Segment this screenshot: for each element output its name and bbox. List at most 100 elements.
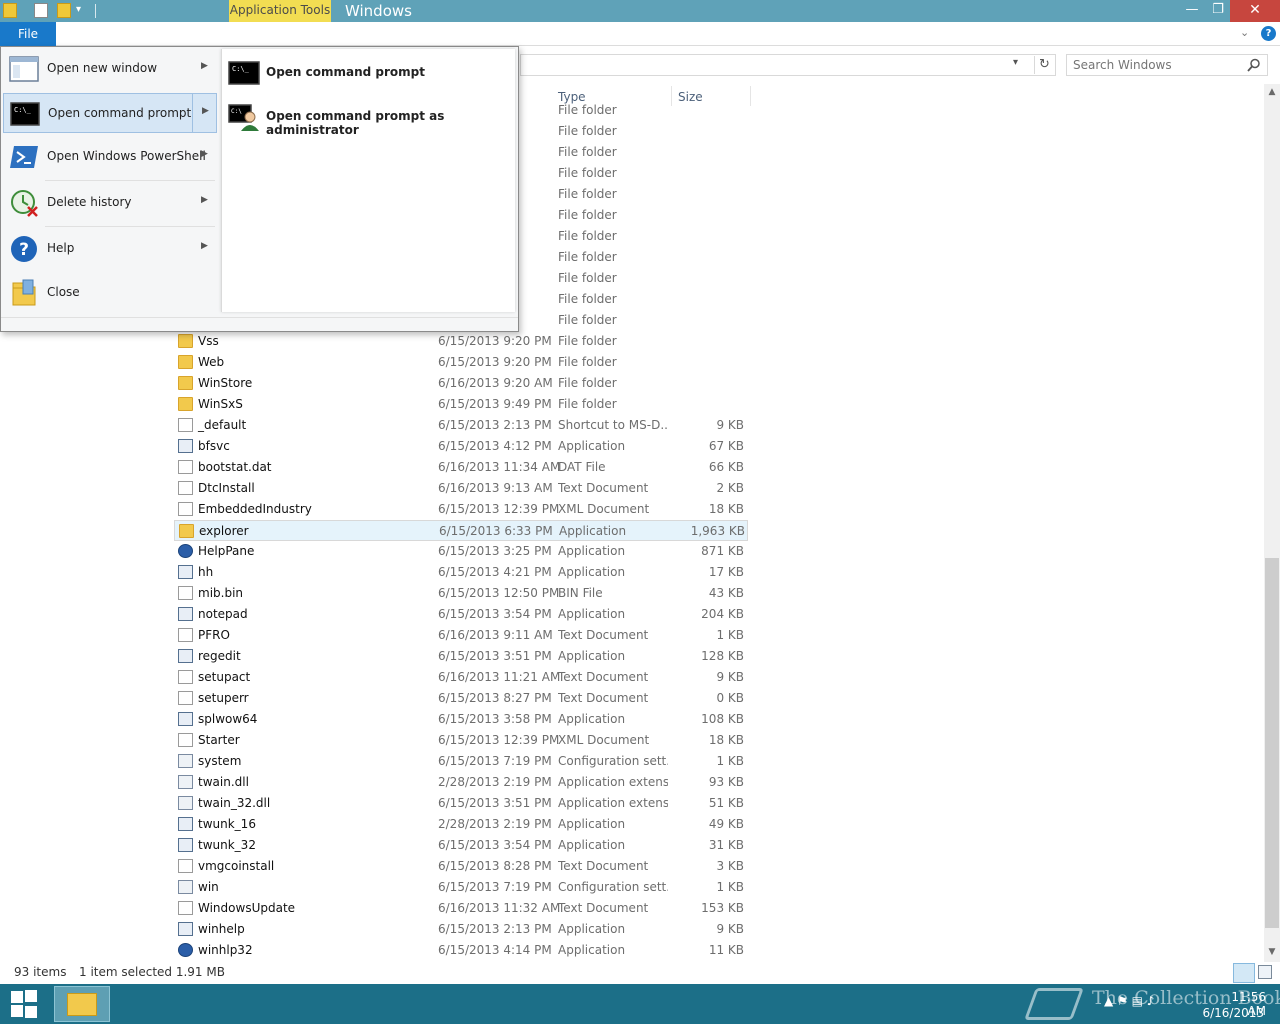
file-row[interactable]: WinStore 6/16/2013 9:20 AM File folder <box>174 373 748 394</box>
file-row[interactable]: EmbeddedIndustry 6/15/2013 12:39 PM XML Do… <box>174 499 748 520</box>
file-size: 17 KB <box>708 565 744 579</box>
address-bar[interactable]: ▾ ↻ <box>520 54 1056 76</box>
submenu-item-open-command-prompt[interactable]: C:\_ Open command prompt <box>226 53 512 93</box>
refresh-button[interactable]: ↻ <box>1034 56 1054 74</box>
file-row[interactable]: regedit 6/15/2013 3:51 PM Application 128 K… <box>174 646 748 667</box>
scroll-up-button[interactable]: ▲ <box>1264 84 1280 100</box>
file-name: twunk_16 <box>198 817 256 831</box>
menu-item-delete-history[interactable]: Delete history ▶ <box>3 183 217 223</box>
file-type: Application <box>558 649 626 663</box>
file-size: 153 KB <box>701 901 744 915</box>
search-input[interactable] <box>1073 57 1243 73</box>
file-row[interactable]: twain.dll 2/28/2013 2:19 PM Application ex… <box>174 772 748 793</box>
doc-icon <box>178 460 193 474</box>
file-type: BIN File <box>558 586 603 600</box>
file-row[interactable]: twunk_16 2/28/2013 2:19 PM Application 49 K… <box>174 814 748 835</box>
file-type: File folder <box>558 397 617 411</box>
file-row[interactable]: vmgcoinstall 6/15/2013 8:28 PM Text Docume… <box>174 856 748 877</box>
search-box[interactable] <box>1066 54 1268 76</box>
chevron-down-icon[interactable]: ▾ <box>1013 57 1018 68</box>
file-row[interactable]: bfsvc 6/15/2013 4:12 PM Application 67 KB <box>174 436 748 457</box>
menu-item-close[interactable]: Close <box>3 273 217 313</box>
customize-toolbar-dropdown[interactable]: ▾ <box>76 4 81 15</box>
large-icons-view-icon[interactable] <box>1258 965 1272 979</box>
file-date: 6/15/2013 3:54 PM <box>438 838 552 852</box>
file-row[interactable]: splwow64 6/15/2013 3:58 PM Application 108 … <box>174 709 748 730</box>
file-size: 2 KB <box>716 481 744 495</box>
menu-item-help[interactable]: ? Help ▶ <box>3 229 217 269</box>
file-row[interactable]: setupact 6/16/2013 11:21 AM Text Document 9… <box>174 667 748 688</box>
file-name: PFRO <box>198 628 230 642</box>
file-row[interactable]: system 6/15/2013 7:19 PM Configuration set… <box>174 751 748 772</box>
chevron-right-icon[interactable]: ▶ <box>202 106 209 116</box>
file-menu-commands: Open new window ▶ C:\_ Open command prom… <box>1 47 219 317</box>
file-name: vmgcoinstall <box>198 859 275 873</box>
file-row[interactable]: explorer 6/15/2013 6:33 PM Application 1,96… <box>174 520 748 541</box>
file-row[interactable]: notepad 6/15/2013 3:54 PM Application 204 K… <box>174 604 748 625</box>
file-explorer-taskbar-button[interactable] <box>54 986 110 1022</box>
file-size: 1,963 KB <box>690 524 745 538</box>
file-row[interactable]: winhelp 6/15/2013 2:13 PM Application 9 KB <box>174 919 748 940</box>
file-row[interactable]: twain_32.dll 6/15/2013 3:51 PM Application… <box>174 793 748 814</box>
submenu-item-open-command-prompt-admin[interactable]: C:\ Open command prompt as administrator <box>226 97 512 137</box>
menu-item-open-powershell[interactable]: Open Windows PowerShell ▶ <box>3 137 217 177</box>
file-row[interactable]: mib.bin 6/15/2013 12:50 PM BIN File 43 KB <box>174 583 748 604</box>
system-tray[interactable]: ▲ ⚑ ▤ ♪ <box>1104 994 1154 1008</box>
file-size: 51 KB <box>708 796 744 810</box>
file-name: WinSxS <box>198 397 243 411</box>
file-name: setuperr <box>198 691 249 705</box>
app-icon <box>178 712 193 726</box>
cfg-icon <box>178 775 193 789</box>
menu-item-open-command-prompt[interactable]: C:\_ Open command prompt ▶ <box>3 93 217 133</box>
file-type: File folder <box>558 250 617 264</box>
split-divider <box>192 94 193 132</box>
file-row[interactable]: twunk_32 6/15/2013 3:54 PM Application 31 K… <box>174 835 748 856</box>
search-icon[interactable] <box>1247 58 1261 72</box>
doc-icon <box>178 628 193 642</box>
file-type: Application <box>558 544 626 558</box>
menu-item-open-new-window[interactable]: Open new window ▶ <box>3 49 217 89</box>
file-row[interactable]: PFRO 6/16/2013 9:11 AM Text Document 1 KB <box>174 625 748 646</box>
application-tools-tab[interactable]: Application Tools <box>229 0 331 22</box>
file-date: 6/15/2013 12:39 PM <box>438 733 560 747</box>
properties-icon[interactable] <box>34 3 48 18</box>
folder-icon <box>67 993 97 1016</box>
file-row[interactable]: Vss 6/15/2013 9:20 PM File folder <box>174 331 748 352</box>
svg-text:?: ? <box>19 240 29 260</box>
help-icon[interactable]: ? <box>1261 26 1276 41</box>
vertical-scrollbar[interactable]: ▲ ▼ <box>1264 84 1280 962</box>
file-row[interactable]: winhlp32 6/15/2013 4:14 PM Application 11 K… <box>174 940 748 961</box>
file-row[interactable]: setuperr 6/15/2013 8:27 PM Text Document 0 … <box>174 688 748 709</box>
file-row[interactable]: win 6/15/2013 7:19 PM Configuration sett..… <box>174 877 748 898</box>
expand-ribbon-icon[interactable]: ⌄ <box>1240 26 1249 39</box>
cfg-icon <box>178 796 193 810</box>
scroll-down-button[interactable]: ▼ <box>1264 944 1280 960</box>
file-row[interactable]: HelpPane 6/15/2013 3:25 PM Application 871 … <box>174 541 748 562</box>
details-view-icon[interactable] <box>1233 963 1255 983</box>
file-date: 6/15/2013 9:20 PM <box>438 334 552 348</box>
file-row[interactable]: Starter 6/15/2013 12:39 PM XML Document 18 … <box>174 730 748 751</box>
file-row[interactable]: DtcInstall 6/16/2013 9:13 AM Text Document… <box>174 478 748 499</box>
menu-separator <box>45 180 215 181</box>
file-row[interactable]: bootstat.dat 6/16/2013 11:34 AM DAT File 66… <box>174 457 748 478</box>
file-name: EmbeddedIndustry <box>198 502 312 516</box>
file-row[interactable]: WinSxS 6/15/2013 9:49 PM File folder <box>174 394 748 415</box>
file-row[interactable]: hh 6/15/2013 4:21 PM Application 17 KB <box>174 562 748 583</box>
scrollbar-thumb[interactable] <box>1265 558 1279 928</box>
file-tab[interactable]: File <box>0 22 56 46</box>
close-window-button[interactable]: ✕ <box>1230 0 1280 22</box>
file-name: WinStore <box>198 376 253 390</box>
file-row[interactable]: WindowsUpdate 6/16/2013 11:32 AM Text Docu… <box>174 898 748 919</box>
file-date: 6/15/2013 9:20 PM <box>438 355 552 369</box>
clock-date[interactable]: 6/16/2013 <box>1200 1006 1264 1020</box>
file-name: regedit <box>198 649 241 663</box>
minimize-button[interactable]: — <box>1178 0 1206 22</box>
file-row[interactable]: _default 6/15/2013 2:13 PM Shortcut to MS-… <box>174 415 748 436</box>
new-folder-icon[interactable] <box>57 3 71 18</box>
file-date: 6/15/2013 9:49 PM <box>438 397 552 411</box>
start-button[interactable] <box>10 990 38 1018</box>
file-row[interactable]: Web 6/15/2013 9:20 PM File folder <box>174 352 748 373</box>
restore-button[interactable]: ❐ <box>1206 0 1230 22</box>
folder-icon <box>178 334 193 348</box>
folder-icon[interactable] <box>3 3 17 18</box>
